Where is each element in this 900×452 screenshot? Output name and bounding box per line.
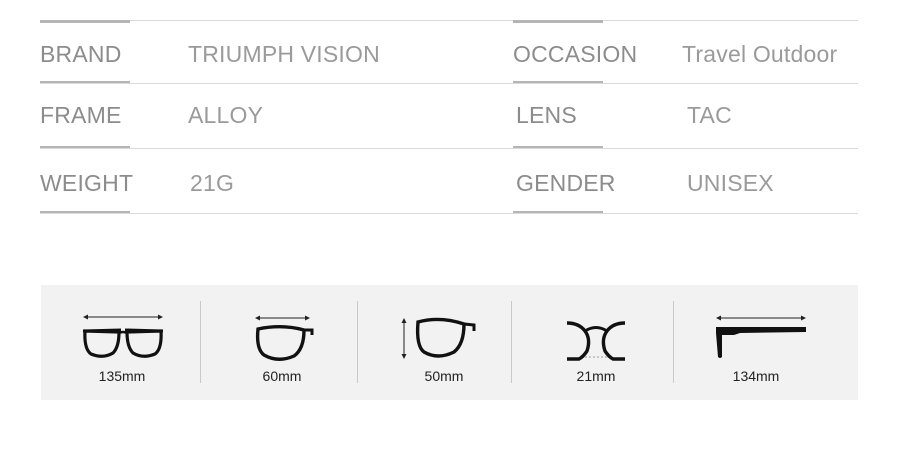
lens-width-icon — [255, 315, 314, 361]
spec-value-lens: TAC — [687, 102, 732, 128]
row-divider — [513, 148, 858, 149]
measure-label: 135mm — [98, 368, 146, 384]
measure-frame-width: 135mm — [41, 285, 201, 400]
measure-label: 21mm — [576, 368, 616, 384]
spec-row-weight: WEIGHT 21G GENDER UNISEX — [40, 147, 858, 214]
spec-table: BRAND TRIUMPH VISION OCCASION Travel Out… — [40, 20, 858, 214]
row-divider — [40, 83, 513, 84]
spec-row-frame: FRAME ALLOY LENS TAC — [40, 82, 858, 149]
accent-bar — [513, 20, 603, 23]
spec-label-occasion: OCCASION — [513, 41, 638, 67]
spec-label-brand: BRAND — [40, 41, 122, 67]
spec-label-lens: LENS — [516, 102, 577, 128]
spec-label-gender: GENDER — [516, 170, 616, 196]
measure-label: 134mm — [732, 368, 780, 384]
row-divider — [40, 148, 513, 149]
spec-label-frame: FRAME — [40, 102, 122, 128]
accent-bar — [40, 20, 130, 23]
measure-temple-length: 134mm — [674, 285, 858, 400]
temple-length-icon — [716, 315, 806, 358]
lens-height-icon — [401, 317, 476, 359]
spec-value-gender: UNISEX — [687, 170, 774, 196]
measure-lens-height: 50mm — [358, 285, 511, 400]
frame-width-icon — [82, 314, 164, 358]
spec-value-occasion: Travel Outdoor — [682, 41, 838, 67]
measurements-panel: 135mm 60mm 50mm 21mm 134mm — [41, 285, 858, 400]
spec-value-frame: ALLOY — [188, 102, 264, 128]
table-bottom-divider — [40, 213, 858, 214]
spec-label-weight: WEIGHT — [40, 170, 134, 196]
spec-value-brand: TRIUMPH VISION — [188, 41, 380, 67]
measure-label: 60mm — [262, 368, 302, 384]
measure-lens-width: 60mm — [201, 285, 357, 400]
bridge-width-icon — [566, 321, 626, 361]
row-divider — [513, 83, 858, 84]
spec-row-brand: BRAND TRIUMPH VISION OCCASION Travel Out… — [40, 20, 858, 84]
measure-bridge-width: 21mm — [512, 285, 673, 400]
measure-label: 50mm — [424, 368, 464, 384]
spec-value-weight: 21G — [190, 170, 235, 196]
